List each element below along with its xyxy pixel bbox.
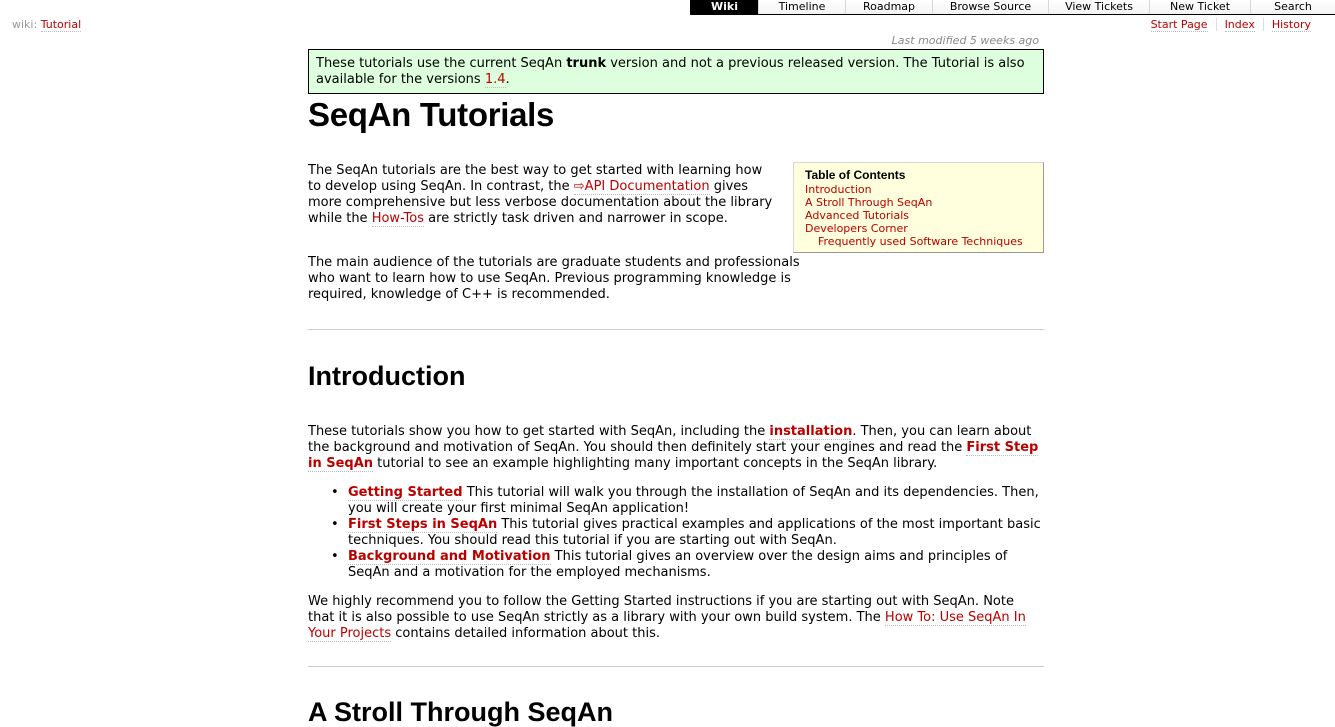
introduction-text-c: tutorial to see an example highlighting … [373,456,938,471]
toc-item-developers: Developers Corner [805,222,1032,235]
toc-title: Table of Contents [805,168,906,182]
toc-link-techniques[interactable]: Frequently used Software Techniques [818,235,1023,248]
how-tos-link[interactable]: How-Tos [371,211,425,227]
index-link-label[interactable]: Index [1224,18,1255,32]
page-title: SeqAn Tutorials [308,96,555,133]
introduction-heading: Introduction [308,361,466,391]
tab-view-tickets[interactable]: View Tickets [1048,0,1149,14]
tab-search[interactable]: Search [1250,0,1335,14]
version-notice: These tutorials use the current SeqAn tr… [308,49,1044,94]
history-link-label[interactable]: History [1271,18,1311,32]
installation-link[interactable]: installation [769,424,853,440]
breadcrumb-prefix: wiki: [12,18,38,31]
introduction-paragraph: These tutorials show you how to get star… [308,424,1044,472]
toc-item-stroll: A Stroll Through SeqAn [805,196,1032,209]
tab-roadmap[interactable]: Roadmap [845,0,932,14]
background-motivation-link[interactable]: Background and Motivation [348,549,551,565]
index-link: Index [1215,18,1263,32]
section-divider [308,666,1044,667]
tab-browse-source[interactable]: Browse Source [932,0,1048,14]
tab-wiki[interactable]: Wiki [690,0,758,14]
toc-item-advanced: Advanced Tutorials [805,209,1032,222]
getting-started-link[interactable]: Getting Started [348,485,463,501]
start-page-link: Start Page [1143,18,1216,32]
toc-link-advanced[interactable]: Advanced Tutorials [805,209,909,222]
tab-new-ticket[interactable]: New Ticket [1149,0,1250,14]
toc-link-introduction[interactable]: Introduction [805,183,872,196]
toc-link-developers[interactable]: Developers Corner [805,222,908,235]
introduction-text-a: These tutorials show you how to get star… [308,424,770,439]
toc-item-techniques: Frequently used Software Techniques [805,235,1032,248]
intro-paragraph-2: The main audience of the tutorials are g… [308,255,800,302]
tutorial-list: Getting Started This tutorial will walk … [308,485,1044,581]
toc-link-stroll[interactable]: A Stroll Through SeqAn [805,196,932,209]
notice-bold: trunk [566,56,607,71]
list-item: First Steps in SeqAn This tutorial gives… [308,517,1044,549]
stroll-heading: A Stroll Through SeqAn [308,697,613,727]
tab-timeline[interactable]: Timeline [758,0,845,14]
list-item: Getting Started This tutorial will walk … [308,485,1044,517]
api-documentation-link[interactable]: ⇨API Documentation [573,179,710,195]
intro-p1-text-c: are strictly task driven and narrower in… [424,211,728,226]
context-navigation: Start Page Index History [1143,18,1319,32]
main-navigation: Wiki Timeline Roadmap Browse Source View… [690,0,1335,15]
notice-text-1: These tutorials use the current SeqAn [316,56,567,71]
first-steps-link[interactable]: First Steps in SeqAn [348,517,498,533]
recommendation-paragraph: We highly recommend you to follow the Ge… [308,594,1044,642]
list-item: Background and Motivation This tutorial … [308,549,1044,581]
notice-text-3: . [505,72,510,87]
history-link: History [1262,18,1319,32]
version-1-4-link[interactable]: 1.4 [484,72,506,88]
section-divider [308,329,1044,330]
toc-item-introduction: Introduction [805,183,1032,196]
breadcrumb-page-link[interactable]: Tutorial [40,18,82,32]
recommend-text-b: contains detailed information about this… [391,626,661,641]
last-modified: Last modified 5 weeks ago [891,34,1039,47]
table-of-contents: Table of Contents Introduction A Stroll … [793,162,1044,253]
breadcrumb: wiki: Tutorial [12,18,82,32]
intro-paragraph-1: The SeqAn tutorials are the best way to … [308,163,778,227]
start-page-link-label[interactable]: Start Page [1150,18,1208,32]
